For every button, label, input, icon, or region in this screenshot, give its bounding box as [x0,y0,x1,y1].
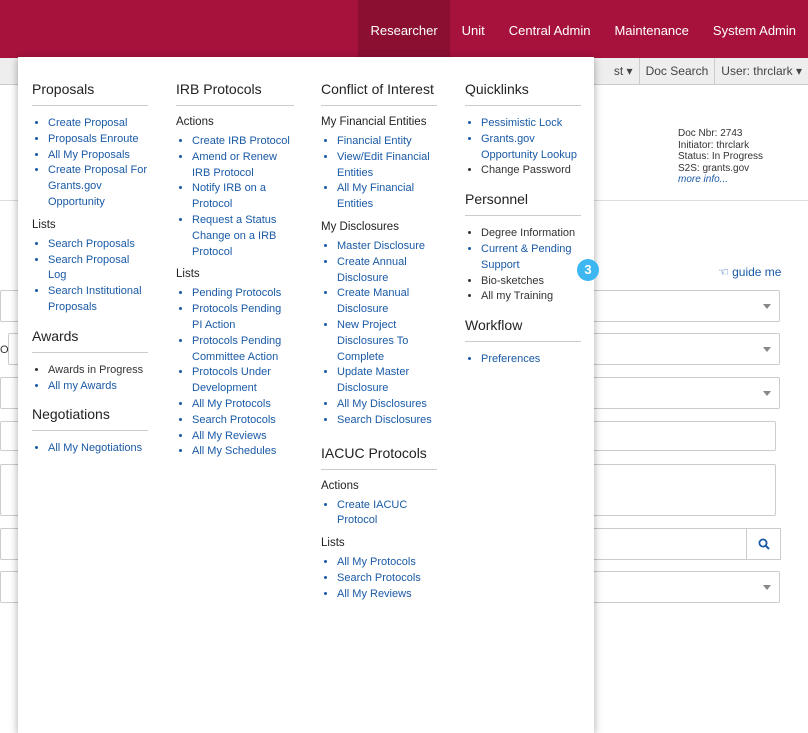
user-menu[interactable]: User: thrclark ▾ [714,58,808,84]
menu-item-pending-protocols[interactable]: Pending Protocols [192,286,294,302]
menu-item-master-disclosure[interactable]: Master Disclosure [337,239,437,255]
menu-item-preferences[interactable]: Preferences [481,352,581,368]
doc-number: Doc Nbr: 2743 [678,128,743,139]
menu-item-proposals-enroute[interactable]: Proposals Enroute [48,132,148,148]
subheading-actions: Actions [176,116,214,128]
menu-item-all-my-disclosures[interactable]: All My Disclosures [337,397,437,413]
nav-maintenance[interactable]: Maintenance [602,0,700,58]
doc-info: Doc Nbr: 2743 Initiator: thrclark Status… [678,128,763,186]
subheading-actions: Actions [321,479,359,492]
menu-item-search-institutional[interactable]: Search Institutional Proposals [48,284,148,316]
section-title-negotiations: Negotiations [32,406,148,432]
menu-item-pending-committee[interactable]: Protocols Pending Committee Action [192,334,294,366]
menu-item-pending-pi[interactable]: Protocols Pending PI Action [192,302,294,334]
menu-item-all-my-schedules[interactable]: All My Schedules [192,444,294,460]
section-title-coi: Conflict of Interest [321,81,437,106]
researcher-menu: Proposals Create Proposal Proposals Enro… [18,57,594,733]
menu-column-proposals: Proposals Create Proposal Proposals Enro… [32,81,148,465]
menu-column-coi: Conflict of Interest My Financial Entiti… [321,81,437,611]
subheading-financial-entities: My Financial Entities [321,116,427,128]
chevron-down-icon [763,347,771,352]
chevron-down-icon [763,391,771,396]
menu-column-quicklinks: Quicklinks Pessimistic Lock Grants.gov O… [465,81,581,376]
chevron-down-icon [763,585,771,590]
menu-item-create-annual[interactable]: Create Annual Disclosure [337,255,437,287]
more-info-link[interactable]: more info... [678,174,763,186]
menu-item-iacuc-all-protocols[interactable]: All My Protocols [337,555,437,571]
menu-item-all-my-negotiations[interactable]: All My Negotiations [48,441,148,457]
menu-item-notify-irb[interactable]: Notify IRB on a Protocol [192,181,294,213]
menu-item-iacuc-search-protocols[interactable]: Search Protocols [337,571,437,587]
doc-initiator: Initiator: thrclark [678,139,750,151]
menu-item-all-my-training[interactable]: All my Training [481,289,581,305]
menu-item-all-my-awards[interactable]: All my Awards [48,379,148,395]
section-title-proposals: Proposals [32,81,148,106]
subbar-fragment[interactable]: st ▾ [608,58,639,84]
nav-system-admin[interactable]: System Admin [701,0,808,58]
subheading-lists: Lists [32,218,56,231]
menu-item-search-proposal-log[interactable]: Search Proposal Log [48,253,148,285]
section-title-quicklinks: Quicklinks [465,81,581,106]
guide-me-label: guide me [732,265,782,279]
menu-item-all-my-reviews[interactable]: All My Reviews [192,429,294,445]
menu-item-view-edit-entities[interactable]: View/Edit Financial Entities [337,150,437,182]
search-button[interactable] [746,528,781,560]
menu-item-update-master[interactable]: Update Master Disclosure [337,365,437,397]
menu-item-all-my-protocols[interactable]: All My Protocols [192,397,294,413]
menu-item-degree-information[interactable]: Degree Information [481,226,581,242]
doc-search-link[interactable]: Doc Search [638,58,715,84]
section-title-irb: IRB Protocols [176,81,294,106]
chevron-down-icon [763,304,771,309]
nav-central-admin[interactable]: Central Admin [497,0,603,58]
menu-item-new-project[interactable]: New Project Disclosures To Complete [337,318,437,365]
section-title-workflow: Workflow [465,317,581,343]
menu-item-request-status[interactable]: Request a Status Change on a IRB Protoco… [192,213,294,260]
hand-pointer-icon: ☜ [718,265,729,279]
step-badge: 3 [577,259,599,281]
doc-status: Status: In Progress [678,151,764,162]
top-nav: Researcher Unit Central Admin Maintenanc… [358,0,808,58]
menu-item-all-my-proposals[interactable]: All My Proposals [48,148,148,164]
doc-s2s: S2S: grants.gov [678,162,750,174]
menu-item-pessimistic-lock[interactable]: Pessimistic Lock [481,116,581,132]
menu-item-awards-in-progress[interactable]: Awards in Progress [48,363,148,379]
section-title-awards: Awards [32,328,148,353]
menu-item-create-manual[interactable]: Create Manual Disclosure [337,286,437,318]
menu-item-amend-irb[interactable]: Amend or Renew IRB Protocol [192,150,294,182]
menu-item-under-development[interactable]: Protocols Under Development [192,365,294,397]
section-title-iacuc: IACUC Protocols [321,445,437,470]
menu-item-bio-sketches[interactable]: Bio-sketches [481,274,581,290]
search-icon [758,538,770,550]
top-nav-bar: Researcher Unit Central Admin Maintenanc… [0,0,808,58]
menu-item-current-pending-support[interactable]: Current & Pending Support [481,242,581,274]
menu-item-create-irb[interactable]: Create IRB Protocol [192,134,294,150]
menu-item-search-disclosures[interactable]: Search Disclosures [337,413,437,429]
subheading-lists: Lists [176,268,200,281]
nav-researcher[interactable]: Researcher [358,0,450,58]
menu-item-create-iacuc[interactable]: Create IACUC Protocol [337,498,437,530]
menu-item-create-proposal[interactable]: Create Proposal [48,116,148,132]
nav-unit[interactable]: Unit [450,0,497,58]
menu-item-grants-lookup[interactable]: Grants.gov Opportunity Lookup [481,132,581,164]
section-title-personnel: Personnel [465,191,581,217]
menu-item-all-financial-entities[interactable]: All My Financial Entities [337,181,437,213]
subheading-lists: Lists [321,537,345,550]
menu-item-financial-entity[interactable]: Financial Entity [337,134,437,150]
menu-column-irb: IRB Protocols Actions Create IRB Protoco… [176,81,294,468]
menu-item-create-proposal-grants[interactable]: Create Proposal For Grants.gov Opportuni… [48,163,148,210]
guide-me-link[interactable]: ☜ guide me [718,265,781,279]
menu-item-change-password[interactable]: Change Password [481,163,581,179]
subheading-disclosures: My Disclosures [321,220,399,233]
menu-item-search-proposals[interactable]: Search Proposals [48,237,148,253]
menu-item-search-protocols[interactable]: Search Protocols [192,413,294,429]
menu-item-iacuc-all-reviews[interactable]: All My Reviews [337,587,437,603]
